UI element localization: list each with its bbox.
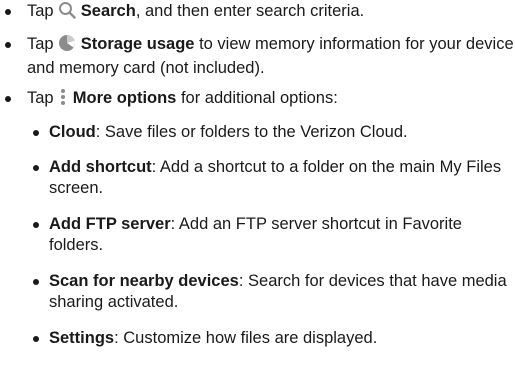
search-icon [58,1,76,25]
tap-text: Tap [27,35,59,53]
list-item-search: Tap Search, and then enter search criter… [0,1,515,25]
storage-usage-icon [58,34,76,58]
settings-term: Settings [49,329,115,347]
sub-item-settings: Settings: Customize how files are displa… [27,328,515,349]
tap-text: Tap [27,2,59,20]
more-options-term: More options [72,89,177,107]
more-options-icon [58,88,68,112]
list-item-storage-usage: Tap Storage usage to view memory informa… [0,34,515,79]
storage-usage-term: Storage usage [80,35,195,53]
cloud-description: : Save files or folders to the Verizon C… [95,123,408,141]
sub-item-add-shortcut: Add shortcut: Add a shortcut to a folder… [27,157,509,199]
tap-text: Tap [27,89,59,107]
list-item-more-options: Tap More options for additional options: [0,88,515,112]
sub-item-cloud: Cloud: Save files or folders to the Veri… [27,122,515,143]
sub-item-scan-nearby-devices: Scan for nearby devices: Search for devi… [27,271,509,313]
instruction-page: Tap Search, and then enter search criter… [0,0,515,384]
settings-description: : Customize how files are displayed. [114,329,378,347]
add-ftp-server-term: Add FTP server [49,215,171,233]
cloud-term: Cloud [49,123,96,141]
sub-item-add-ftp-server: Add FTP server: Add an FTP server shortc… [27,214,509,256]
search-term: Search [80,2,136,20]
more-options-description: for additional options: [176,89,338,107]
search-description: , and then enter search criteria. [135,2,365,20]
scan-nearby-devices-term: Scan for nearby devices [49,272,239,290]
add-shortcut-term: Add shortcut [49,158,152,176]
